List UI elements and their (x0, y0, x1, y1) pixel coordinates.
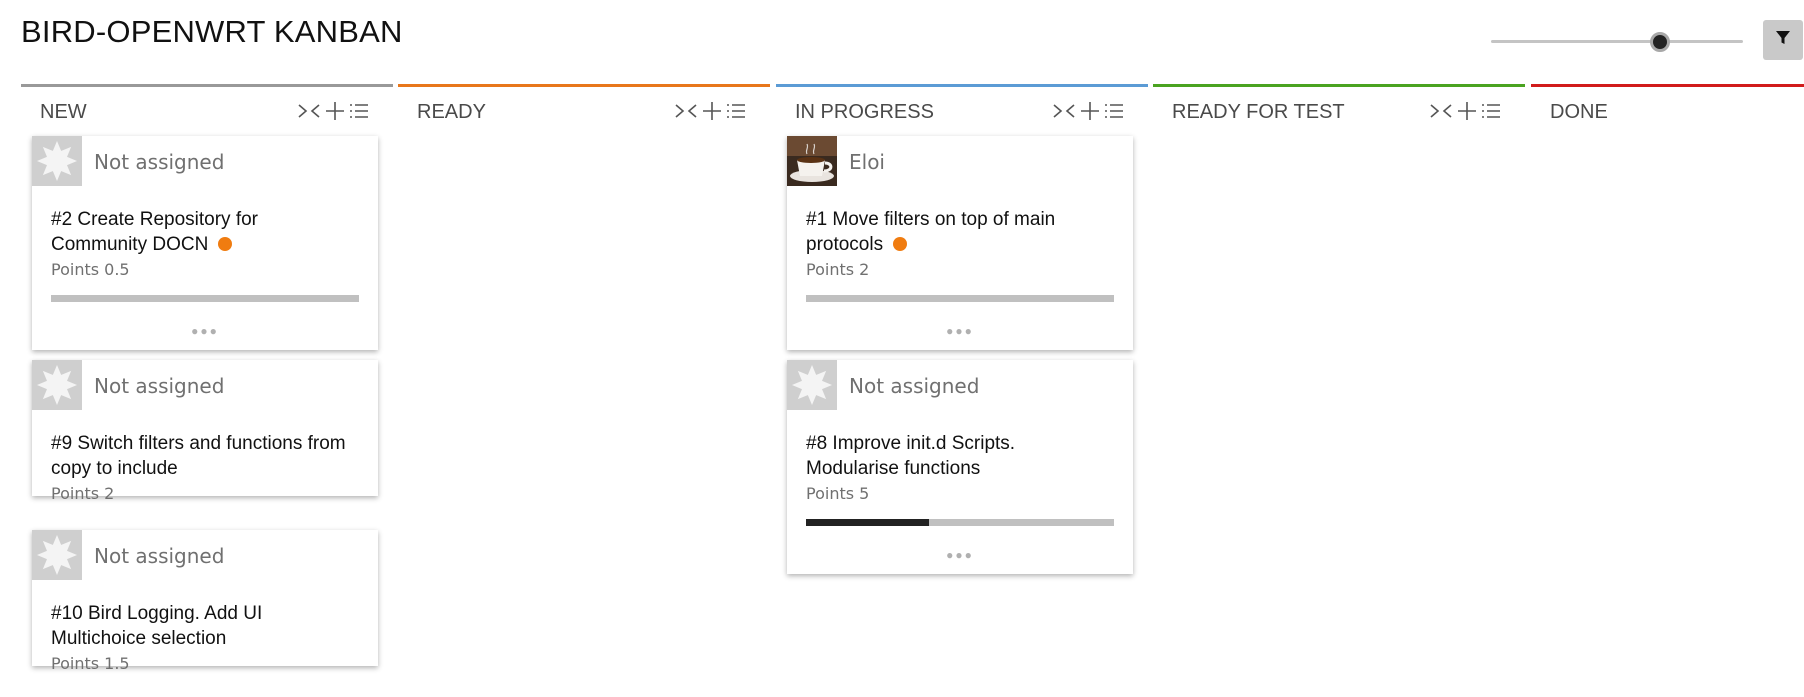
card-title[interactable]: #10 Bird Logging. Add UI Multichoice sel… (51, 601, 351, 651)
filter-button[interactable] (1763, 20, 1803, 60)
card-points: Points 2 (806, 260, 870, 279)
progress-bar (806, 519, 1114, 526)
page-title: BIRD-OPENWRT KANBAN (21, 14, 403, 49)
card-assignee[interactable]: Not assigned (94, 374, 224, 398)
column-title: DONE (1550, 101, 1608, 123)
card-title[interactable]: #2 Create Repository for Community DOCN (51, 207, 351, 257)
list-icon[interactable] (1104, 102, 1124, 120)
card-title[interactable]: #1 Move filters on top of main protocols (806, 207, 1106, 257)
card-title[interactable]: #9 Switch filters and functions from cop… (51, 431, 351, 481)
kanban-board: NEW Not assigned #2 Create Repository fo… (0, 84, 1804, 694)
column-ready-for-test: READY FOR TEST (1153, 84, 1525, 697)
column-actions (1052, 101, 1124, 121)
filter-icon (1775, 30, 1791, 51)
ellipsis-icon[interactable]: ●●● (787, 324, 1133, 338)
card-assignee[interactable]: Eloi (849, 150, 885, 174)
column-actions (674, 101, 746, 121)
column-title: IN PROGRESS (795, 101, 934, 123)
collapse-icon[interactable] (1052, 102, 1076, 120)
column-done: DONE (1531, 84, 1804, 697)
column-title: READY FOR TEST (1172, 101, 1345, 123)
task-card[interactable]: Not assigned #2 Create Repository for Co… (32, 136, 378, 350)
snowflake-avatar-icon (32, 530, 82, 580)
task-card[interactable]: Not assigned #9 Switch filters and funct… (32, 360, 378, 503)
header: BIRD-OPENWRT KANBAN (0, 0, 1804, 80)
column-new: NEW Not assigned #2 Create Repository fo… (21, 84, 393, 697)
column-header: DONE (1531, 87, 1804, 127)
column-ready: READY (398, 84, 770, 697)
add-card-icon[interactable] (1457, 101, 1477, 121)
column-actions (1429, 101, 1501, 121)
snowflake-avatar-icon (787, 360, 837, 410)
add-card-icon[interactable] (702, 101, 722, 121)
snowflake-avatar-icon (32, 360, 82, 410)
task-card[interactable]: Not assigned #8 Improve init.d Scripts. … (787, 360, 1133, 574)
task-card[interactable]: Eloi #1 Move filters on top of main prot… (787, 136, 1133, 350)
column-header: NEW (21, 87, 393, 127)
status-dot (893, 237, 908, 251)
collapse-icon[interactable] (297, 102, 321, 120)
progress-bar (51, 295, 359, 302)
ellipsis-icon[interactable]: ●●● (787, 548, 1133, 562)
card-points: Points 2 (51, 484, 115, 503)
column-header: IN PROGRESS (776, 87, 1148, 127)
status-dot (218, 237, 233, 251)
card-points: Points 1.5 (51, 654, 130, 673)
list-icon[interactable] (726, 102, 746, 120)
card-assignee[interactable]: Not assigned (849, 374, 979, 398)
column-actions (297, 101, 369, 121)
column-in-progress: IN PROGRESS Eloi #1 Move filters on top … (776, 84, 1148, 697)
zoom-track[interactable] (1491, 40, 1743, 43)
column-header: READY (398, 87, 770, 127)
zoom-thumb[interactable] (1649, 32, 1670, 52)
collapse-icon[interactable] (1429, 102, 1453, 120)
card-points: Points 0.5 (51, 260, 130, 279)
snowflake-avatar-icon (32, 136, 82, 186)
add-card-icon[interactable] (325, 101, 345, 121)
task-card[interactable]: Not assigned #10 Bird Logging. Add UI Mu… (32, 530, 378, 673)
progress-bar (806, 295, 1114, 302)
card-assignee[interactable]: Not assigned (94, 544, 224, 568)
column-title: READY (417, 101, 486, 123)
collapse-icon[interactable] (674, 102, 698, 120)
card-assignee[interactable]: Not assigned (94, 150, 224, 174)
zoom-slider[interactable] (1491, 32, 1743, 52)
coffee-cup-avatar (787, 136, 837, 186)
add-card-icon[interactable] (1080, 101, 1100, 121)
column-title: NEW (40, 101, 87, 123)
list-icon[interactable] (1481, 102, 1501, 120)
card-points: Points 5 (806, 484, 870, 503)
card-title[interactable]: #8 Improve init.d Scripts. Modularise fu… (806, 431, 1106, 481)
progress-fill (806, 519, 930, 526)
column-header: READY FOR TEST (1153, 87, 1525, 127)
ellipsis-icon[interactable]: ●●● (32, 324, 378, 338)
list-icon[interactable] (349, 102, 369, 120)
